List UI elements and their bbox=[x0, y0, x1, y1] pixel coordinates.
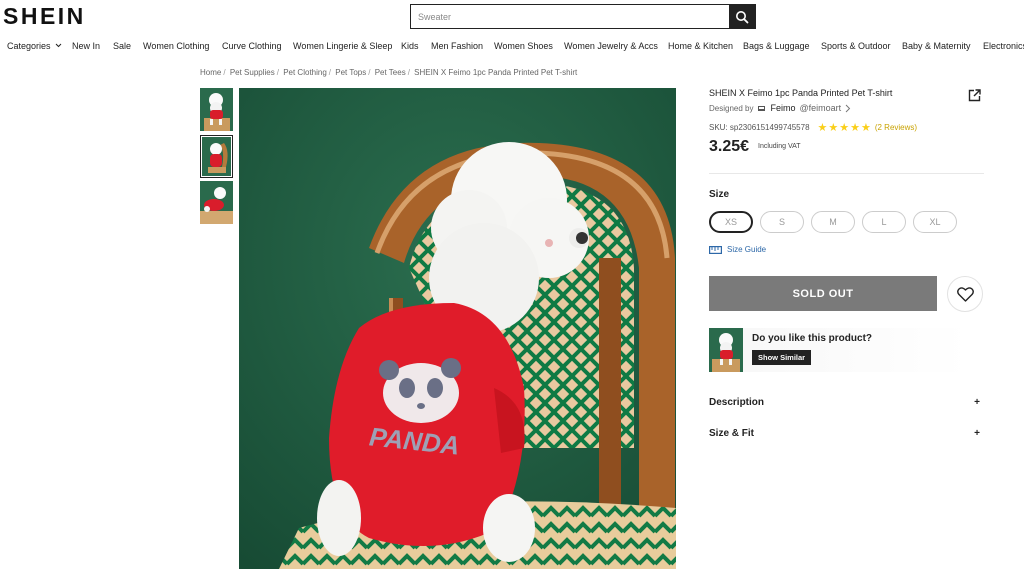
designer-handle[interactable]: @feimoart bbox=[800, 103, 842, 113]
search-icon bbox=[736, 10, 749, 23]
sold-out-button[interactable]: SOLD OUT bbox=[709, 276, 937, 311]
similar-question: Do you like this product? bbox=[752, 333, 873, 344]
nav-item-electronics[interactable]: Electronics bbox=[983, 41, 1024, 51]
breadcrumb-pet-tees[interactable]: Pet Tees bbox=[375, 68, 406, 77]
nav-item-women-shoes[interactable]: Women Shoes bbox=[494, 41, 553, 51]
nav-item-women-jewelry[interactable]: Women Jewelry & Accs bbox=[564, 41, 658, 51]
chevron-down-icon bbox=[55, 43, 62, 48]
nav-item-sports-outdoor[interactable]: Sports & Outdoor bbox=[821, 41, 891, 51]
size-section-title: Size bbox=[709, 189, 730, 200]
search-bar bbox=[410, 4, 756, 29]
show-similar-button[interactable]: Show Similar bbox=[752, 350, 812, 365]
share-button[interactable] bbox=[968, 89, 981, 107]
breadcrumb-pet-clothing[interactable]: Pet Clothing bbox=[283, 68, 327, 77]
product-photo: PANDA bbox=[239, 88, 676, 569]
show-similar-panel: Do you like this product? Show Similar bbox=[709, 328, 969, 372]
nav-item-new-in[interactable]: New In bbox=[72, 41, 100, 51]
thumbnail-image bbox=[202, 137, 231, 176]
breadcrumb-separator: / bbox=[276, 68, 279, 77]
expand-icon: + bbox=[974, 428, 980, 439]
similar-product-image bbox=[709, 328, 743, 372]
search-button[interactable] bbox=[729, 5, 755, 28]
sku-row: SKU: sp2306151499745578 ★★★★★ (2 Reviews… bbox=[709, 121, 917, 134]
breadcrumb-separator: / bbox=[223, 68, 226, 77]
breadcrumb-pet-tops[interactable]: Pet Tops bbox=[335, 68, 366, 77]
designed-by-label: Designed by bbox=[709, 103, 754, 113]
size-option-l[interactable]: L bbox=[862, 211, 906, 233]
wishlist-button[interactable] bbox=[947, 276, 983, 312]
breadcrumb: Home / Pet Supplies / Pet Clothing / Pet To… bbox=[200, 68, 577, 77]
chevron-right-icon[interactable] bbox=[845, 104, 851, 113]
thumbnail-3[interactable] bbox=[200, 181, 233, 224]
thumbnail-image bbox=[200, 181, 233, 224]
size-guide-link[interactable]: Size Guide bbox=[709, 245, 766, 254]
vat-note: Including VAT bbox=[758, 143, 801, 150]
description-label: Description bbox=[709, 397, 765, 408]
thumbnail-2[interactable] bbox=[200, 135, 233, 178]
product-price: 3.25€ bbox=[709, 138, 750, 155]
ruler-icon bbox=[709, 245, 722, 254]
breadcrumb-separator: / bbox=[407, 68, 410, 77]
category-nav: Categories New In Sale Women Clothing Cu… bbox=[0, 41, 1024, 53]
expand-icon: + bbox=[974, 397, 980, 408]
similar-thumbnail[interactable] bbox=[709, 328, 743, 372]
thumbnail-image bbox=[200, 88, 233, 131]
designer-row: Designed by Feimo @feimoart bbox=[709, 103, 851, 113]
nav-item-kids[interactable]: Kids bbox=[401, 41, 419, 51]
search-input[interactable] bbox=[411, 5, 729, 28]
nav-item-curve-clothing[interactable]: Curve Clothing bbox=[222, 41, 282, 51]
sku-text: SKU: sp2306151499745578 bbox=[709, 123, 810, 132]
nav-item-women-clothing[interactable]: Women Clothing bbox=[143, 41, 209, 51]
size-guide-label: Size Guide bbox=[727, 245, 767, 254]
breadcrumb-current: SHEIN X Feimo 1pc Panda Printed Pet T-sh… bbox=[414, 68, 578, 77]
shein-logo[interactable]: SHEIN bbox=[3, 3, 86, 30]
description-accordion[interactable]: Description + bbox=[709, 397, 984, 408]
nav-item-categories[interactable]: Categories bbox=[7, 41, 62, 51]
breadcrumb-separator: / bbox=[328, 68, 332, 77]
breadcrumb-separator: / bbox=[368, 68, 371, 77]
heart-icon bbox=[956, 286, 974, 302]
divider bbox=[709, 173, 984, 174]
size-option-xl[interactable]: XL bbox=[913, 211, 957, 233]
size-fit-label: Size & Fit bbox=[709, 428, 755, 439]
share-icon bbox=[968, 89, 981, 102]
nav-item-baby-maternity[interactable]: Baby & Maternity bbox=[902, 41, 971, 51]
nav-item-women-lingerie[interactable]: Women Lingerie & Sleep bbox=[293, 41, 392, 51]
main-product-image[interactable]: PANDA bbox=[239, 88, 676, 569]
nav-item-bags-luggage[interactable]: Bags & Luggage bbox=[743, 41, 810, 51]
size-option-xs[interactable]: XS bbox=[709, 211, 753, 233]
rating-stars[interactable]: ★★★★★ bbox=[818, 121, 872, 134]
reviews-link[interactable]: (2 Reviews) bbox=[875, 123, 917, 132]
nav-item-men-fashion[interactable]: Men Fashion bbox=[431, 41, 483, 51]
size-fit-accordion[interactable]: Size & Fit + bbox=[709, 428, 984, 439]
designer-avatar-icon bbox=[758, 105, 766, 111]
size-option-s[interactable]: S bbox=[760, 211, 804, 233]
designer-name[interactable]: Feimo bbox=[770, 103, 795, 113]
thumbnail-1[interactable] bbox=[200, 88, 233, 131]
breadcrumb-pet-supplies[interactable]: Pet Supplies bbox=[230, 68, 275, 77]
size-option-m[interactable]: M bbox=[811, 211, 855, 233]
breadcrumb-home[interactable]: Home bbox=[200, 68, 221, 77]
product-title: SHEIN X Feimo 1pc Panda Printed Pet T-sh… bbox=[709, 88, 893, 98]
nav-item-sale[interactable]: Sale bbox=[113, 41, 131, 51]
nav-item-home-kitchen[interactable]: Home & Kitchen bbox=[668, 41, 733, 51]
